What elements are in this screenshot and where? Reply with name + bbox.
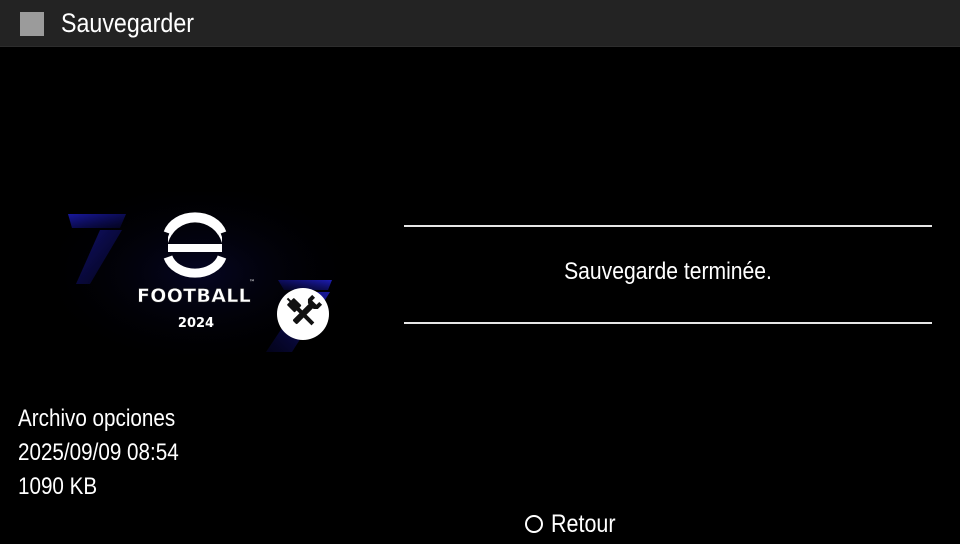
square-icon <box>20 12 44 36</box>
back-label: Retour <box>551 510 616 538</box>
thumbnail-year-text: 2024 <box>178 316 214 331</box>
save-name: Archivo opciones <box>18 405 176 432</box>
back-button[interactable]: Retour <box>525 508 626 540</box>
save-size: 1090 KB <box>18 473 98 500</box>
tools-icon <box>277 288 329 340</box>
message-panel: Sauvegarde terminée. <box>404 225 932 324</box>
save-thumbnail: FOOTBALL ™ 2024 <box>60 192 340 354</box>
page-title: Sauvegarder <box>61 8 194 38</box>
circle-button-icon <box>525 515 543 533</box>
save-datetime: 2025/09/09 08:54 <box>18 439 179 466</box>
thumbnail-logo-text: FOOTBALL <box>137 285 251 307</box>
save-info: Archivo opciones 2025/09/09 08:54 1090 K… <box>18 402 378 504</box>
title-bar: Sauvegarder <box>0 0 960 47</box>
svg-text:™: ™ <box>249 279 255 286</box>
save-screen: Sauvegarder FOOTBALL ™ 2024 Archivo opci… <box>0 0 960 544</box>
status-message: Sauvegarde terminée. <box>564 258 772 285</box>
